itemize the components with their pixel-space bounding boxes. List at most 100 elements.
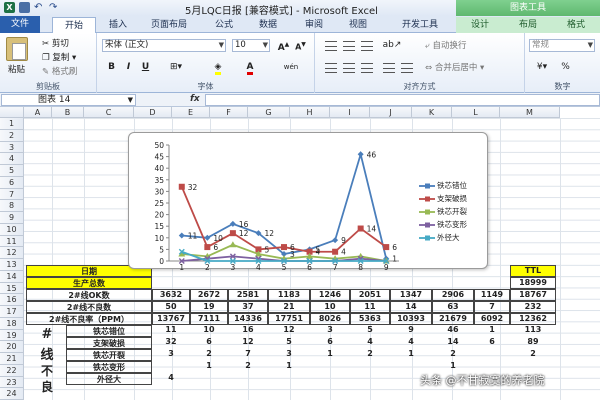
row-header[interactable]: 3	[0, 141, 24, 154]
row-header[interactable]: 13	[0, 259, 24, 271]
row-header[interactable]: 5	[0, 165, 24, 177]
defect-value-cell[interactable]: 2	[190, 349, 228, 361]
paste-button[interactable]: 粘贴	[8, 63, 25, 75]
defect-value-cell[interactable]: 1	[268, 361, 310, 373]
defect-type-cell[interactable]: 支架破损	[66, 337, 152, 349]
row-header[interactable]: 17	[0, 306, 24, 318]
defect-value-cell[interactable]: 10	[190, 325, 228, 337]
row-header[interactable]: 21	[0, 353, 24, 365]
value-cell[interactable]: 2672	[190, 289, 228, 301]
column-header[interactable]: K	[412, 107, 452, 118]
defect-value-cell[interactable]: 3	[310, 325, 350, 337]
row-header[interactable]: 24	[0, 388, 24, 400]
defect-value-cell[interactable]	[228, 373, 268, 385]
defect-value-cell[interactable]: 1	[190, 361, 228, 373]
column-header[interactable]: M	[500, 107, 560, 118]
number-format-select[interactable]: 常规 ▼	[529, 39, 595, 52]
value-cell[interactable]: 5363	[350, 313, 390, 325]
formula-input[interactable]	[205, 94, 600, 106]
shrink-font-button[interactable]: A▼	[294, 39, 307, 52]
font-size-select[interactable]: 10 ▼	[232, 39, 270, 52]
defect-value-cell[interactable]: 7	[228, 349, 268, 361]
value-cell[interactable]: 21	[268, 301, 310, 313]
defect-value-cell[interactable]: 5	[350, 325, 390, 337]
defect-value-cell[interactable]: 4	[350, 337, 390, 349]
value-cell[interactable]: 11	[350, 301, 390, 313]
defect-value-cell[interactable]: 12	[268, 325, 310, 337]
defect-value-cell[interactable]: 11	[152, 325, 190, 337]
defect-value-cell[interactable]: 1	[390, 349, 432, 361]
legend-entry[interactable]: 外径大	[419, 231, 467, 244]
align-bottom-icon[interactable]	[361, 41, 373, 51]
tab-home[interactable]: 开始	[52, 17, 96, 34]
font-name-select[interactable]: 宋体 (正文) ▼	[102, 39, 226, 52]
row-header[interactable]: 20	[0, 341, 24, 353]
name-box[interactable]: 图表 14 ▼	[1, 94, 136, 106]
grow-font-button[interactable]: A▲	[277, 39, 290, 53]
select-all-corner[interactable]	[0, 107, 24, 118]
value-cell[interactable]: 18767	[510, 289, 556, 301]
value-cell[interactable]: 17751	[268, 313, 310, 325]
value-cell[interactable]: 2906	[432, 289, 474, 301]
defect-value-cell[interactable]	[310, 361, 350, 373]
column-header[interactable]: J	[370, 107, 412, 118]
wrap-text-button[interactable]: ⤶ 自动换行	[425, 39, 466, 51]
value-cell[interactable]: 50	[152, 301, 190, 313]
defect-value-cell[interactable]: 5	[268, 337, 310, 349]
column-header[interactable]: D	[134, 107, 172, 118]
column-header[interactable]: C	[84, 107, 134, 118]
value-cell[interactable]: 7	[474, 301, 510, 313]
defect-value-cell[interactable]: 6	[310, 337, 350, 349]
tab-format[interactable]: 格式	[552, 17, 600, 33]
tab-layout[interactable]: 布局	[504, 17, 552, 33]
value-cell[interactable]: 1183	[268, 289, 310, 301]
value-cell[interactable]: 1149	[474, 289, 510, 301]
defect-type-cell[interactable]: 铁芯开裂	[66, 349, 152, 361]
column-header[interactable]: F	[210, 107, 248, 118]
defect-value-cell[interactable]: 3	[268, 349, 310, 361]
row-label-cell[interactable]: 2#线OK数	[26, 289, 152, 301]
defect-value-cell[interactable]: 2	[228, 361, 268, 373]
row-label-cell[interactable]: 2#线不良数	[26, 301, 152, 313]
legend-entry[interactable]: 铁芯开裂	[419, 205, 467, 218]
value-cell[interactable]: 63	[432, 301, 474, 313]
production-total-label[interactable]: 生产总数	[26, 277, 152, 289]
bold-button[interactable]: B	[105, 61, 118, 73]
row-header[interactable]: 4	[0, 153, 24, 165]
value-cell[interactable]: 13767	[152, 313, 190, 325]
orientation-button[interactable]: ab↗	[381, 39, 403, 51]
value-cell[interactable]: 3632	[152, 289, 190, 301]
row-header[interactable]: 6	[0, 176, 24, 189]
undo-icon[interactable]: ↶	[34, 2, 45, 13]
tab-developer[interactable]: 开发工具	[392, 17, 448, 33]
redo-icon[interactable]: ↷	[49, 2, 60, 13]
insert-function-button[interactable]: fx	[190, 94, 200, 104]
column-header[interactable]: G	[248, 107, 290, 118]
row-header[interactable]: 8	[0, 200, 24, 212]
chart-legend[interactable]: 铁芯错位 支架破损 铁芯开裂 铁芯变形 外径大	[419, 179, 467, 244]
value-cell[interactable]: 14	[390, 301, 432, 313]
row-header[interactable]: 15	[0, 282, 24, 295]
column-header[interactable]: B	[52, 107, 84, 118]
row-header[interactable]: 19	[0, 329, 24, 342]
column-header[interactable]: I	[330, 107, 370, 118]
column-header[interactable]: L	[452, 107, 500, 118]
currency-button[interactable]: ¥▾	[533, 61, 551, 73]
value-cell[interactable]: 6092	[474, 313, 510, 325]
tab-review[interactable]: 审阅	[296, 17, 332, 33]
borders-button[interactable]: ⊞▾	[165, 61, 187, 73]
value-cell[interactable]: 1347	[390, 289, 432, 301]
value-cell[interactable]: 1246	[310, 289, 350, 301]
tab-file[interactable]: 文件	[0, 16, 40, 33]
align-middle-icon[interactable]	[343, 41, 355, 51]
defect-value-cell[interactable]: 12	[228, 337, 268, 349]
defect-value-cell[interactable]: 46	[432, 325, 474, 337]
paste-icon[interactable]	[6, 37, 28, 61]
defect-value-cell[interactable]	[350, 361, 390, 373]
column-header[interactable]: E	[172, 107, 210, 118]
defect-value-cell[interactable]: 32	[152, 337, 190, 349]
value-cell[interactable]: 2581	[228, 289, 268, 301]
value-cell[interactable]: 37	[228, 301, 268, 313]
defect-value-cell[interactable]	[190, 373, 228, 385]
value-cell[interactable]: 232	[510, 301, 556, 313]
